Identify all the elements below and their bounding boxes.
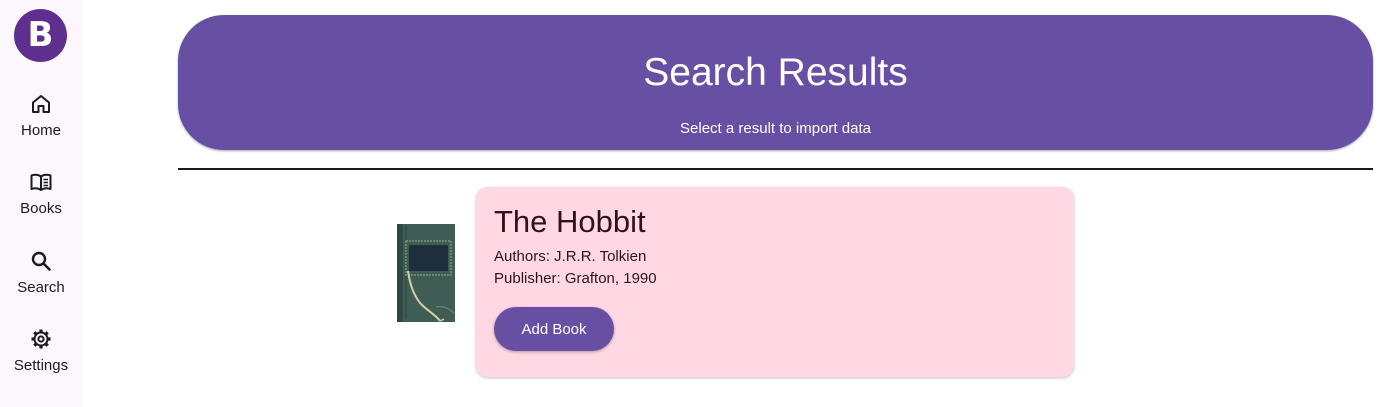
nav-item-books[interactable]: Books bbox=[0, 170, 82, 234]
book-publisher: Publisher: Grafton, 1990 bbox=[494, 270, 657, 287]
nav-label-home: Home bbox=[20, 122, 61, 139]
book-open-icon bbox=[30, 173, 52, 191]
book-authors: Authors: J.R.R. Tolkien bbox=[494, 248, 647, 265]
search-result-card[interactable]: The Hobbit Authors: J.R.R. Tolkien Publi… bbox=[476, 187, 1074, 377]
search-results-header: Search Results Select a result to import… bbox=[178, 15, 1373, 150]
navigation-rail: B Home Books Search Settings bbox=[0, 0, 82, 407]
nav-item-home[interactable]: Home bbox=[0, 92, 82, 156]
add-book-button[interactable]: Add Book bbox=[494, 307, 614, 351]
nav-item-search[interactable]: Search bbox=[0, 249, 82, 313]
app-logo[interactable]: B bbox=[14, 9, 67, 62]
page-subtitle: Select a result to import data bbox=[680, 120, 871, 137]
header-divider bbox=[178, 168, 1373, 170]
nav-label-settings: Settings bbox=[13, 357, 69, 374]
gear-icon bbox=[31, 329, 51, 349]
search-icon bbox=[31, 251, 51, 271]
nav-item-settings[interactable]: Settings bbox=[0, 327, 82, 391]
book-title: The Hobbit bbox=[494, 204, 646, 239]
home-icon bbox=[32, 95, 50, 113]
nav-label-books: Books bbox=[20, 200, 62, 217]
nav-label-search: Search bbox=[17, 279, 65, 296]
page-title: Search Results bbox=[643, 51, 908, 94]
app-root: B Home Books Search Settings Search Resu… bbox=[0, 0, 1392, 407]
book-cover-image bbox=[397, 224, 455, 322]
